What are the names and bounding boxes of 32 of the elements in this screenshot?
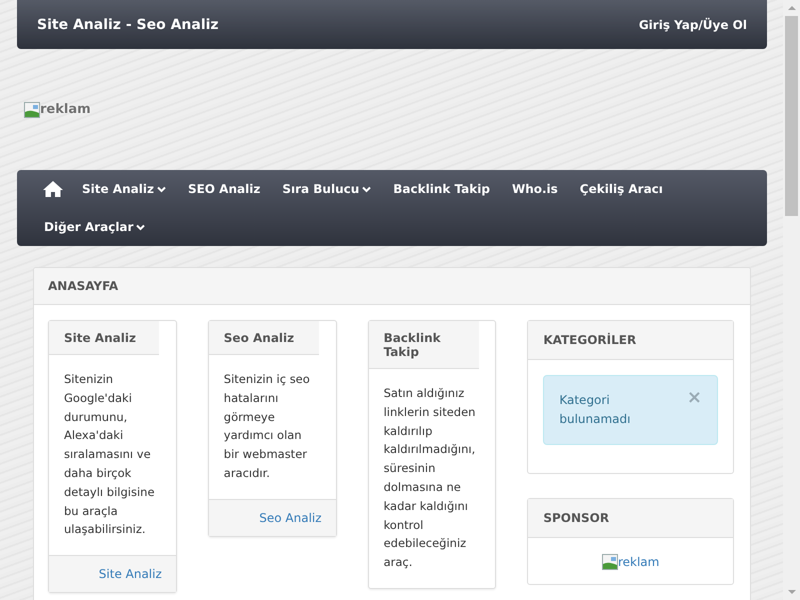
caret-icon <box>136 224 146 230</box>
ad-image[interactable]: reklam <box>24 102 91 118</box>
card-text: Sitenizin Google'daki durumunu, Alexa'daki sıralamasını ve daha birçok detaylı bilgisine bu araçla ulaşabilirsiniz. <box>63 371 156 538</box>
nav-link[interactable]: Who.is <box>500 170 569 208</box>
site-title[interactable]: Site Analiz - Seo Analiz <box>37 16 219 32</box>
login-link[interactable]: Giriş Yap/Üye Ol <box>638 18 747 32</box>
card-text: Satın aldığınız linklerin siteden kaldırılıp kaldırılmadığını, süresinin dolmasına ne kadar kaldığını kontrol edebileceğiniz araç. <box>382 385 476 572</box>
nav-link[interactable]: Sıra Bulucu <box>271 170 382 208</box>
broken-image-icon <box>602 554 618 570</box>
caret-icon <box>362 186 372 192</box>
alert-message: Kategori bulunamadı <box>559 392 632 428</box>
nav-link[interactable]: Çekiliş Aracı <box>568 170 674 208</box>
card-link[interactable]: Seo Analiz <box>259 510 322 525</box>
scrollbar[interactable] <box>783 0 800 600</box>
caret-icon <box>156 186 166 192</box>
card-link[interactable]: Site Analiz <box>98 567 162 582</box>
card-title: Seo Analiz <box>208 321 319 355</box>
widget-title: KATEGORİLER <box>528 321 733 360</box>
scroll-down-icon[interactable] <box>788 590 796 594</box>
nav-link[interactable]: Backlink Takip <box>382 170 501 208</box>
scroll-up-icon[interactable] <box>788 6 796 10</box>
panel-title: ANASAYFA <box>34 268 750 305</box>
broken-image-icon <box>24 102 40 118</box>
nav-link[interactable]: Diğer Araçlar <box>33 208 156 246</box>
card-title: Backlink Takip <box>368 321 479 369</box>
card-text: Sitenizin iç seo hatalarını görmeye yardımcı olan bir webmaster aracıdır. <box>222 371 311 482</box>
nav-link[interactable]: SEO Analiz <box>176 170 272 208</box>
sponsor-image[interactable]: reklam <box>602 554 660 570</box>
nav-link[interactable]: Site Analiz <box>71 170 177 208</box>
card-title: Site Analiz <box>49 321 159 355</box>
home-icon[interactable] <box>43 180 63 198</box>
widget-title: SPONSOR <box>528 499 733 538</box>
